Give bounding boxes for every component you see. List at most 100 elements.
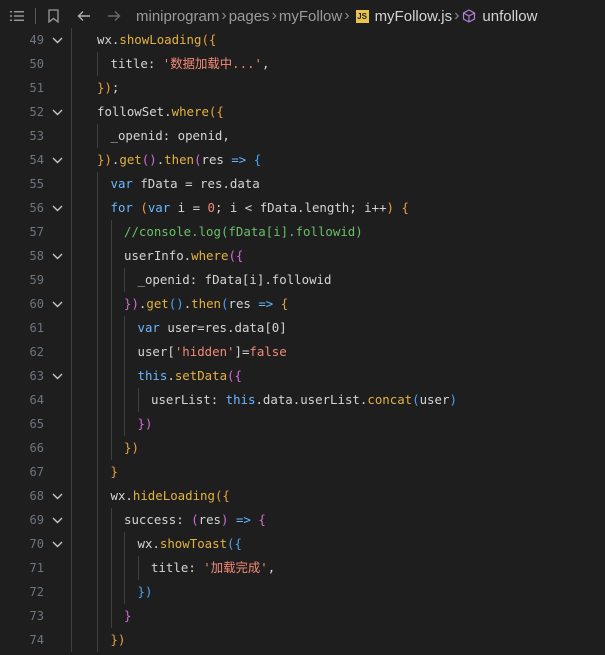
indent-guide <box>71 28 72 52</box>
line-number: 74 <box>29 633 44 647</box>
code-line[interactable]: 65}) <box>0 412 605 436</box>
code-line[interactable]: 57 //console.log(fData[i].followid) <box>0 220 605 244</box>
line-number: 57 <box>29 225 44 239</box>
code-text: }) <box>138 412 153 436</box>
code-token: ({ <box>208 104 224 119</box>
code-line[interactable]: 49 wx.showLoading({ <box>0 28 605 52</box>
breadcrumb-folder-miniprogram[interactable]: miniprogram <box>136 8 219 25</box>
fold-chevron-down-icon[interactable] <box>50 484 64 508</box>
code-line[interactable]: 53 _openid: openid, <box>0 124 605 148</box>
indent-guide <box>71 244 72 268</box>
code-token: var <box>110 176 141 191</box>
indent-guide <box>97 484 98 508</box>
code-line[interactable]: 63 this.setData({ <box>0 364 605 388</box>
fold-chevron-down-icon[interactable] <box>50 100 64 124</box>
line-number: 65 <box>29 417 44 431</box>
code-editor[interactable]: 49 wx.showLoading({50 title: '数据加载中...', 51… <box>0 28 605 655</box>
code-line[interactable]: 74}) <box>0 628 605 652</box>
fold-chevron-down-icon[interactable] <box>50 28 64 52</box>
code-token: wx. <box>97 32 120 47</box>
code-text: success: (res) => { <box>124 508 266 532</box>
code-line[interactable]: 72}) <box>0 580 605 604</box>
fold-chevron-down-icon[interactable] <box>50 532 64 556</box>
indent-guide <box>97 508 98 532</box>
code-line[interactable]: 52 followSet.where({ <box>0 100 605 124</box>
indent-guide <box>71 148 72 172</box>
list-icon[interactable] <box>8 10 26 22</box>
code-token: get <box>119 152 142 167</box>
line-number: 72 <box>29 585 44 599</box>
code-line[interactable]: 66}) <box>0 436 605 460</box>
line-number: 53 <box>29 129 44 143</box>
code-line[interactable]: 59 _openid: fData[i].followid <box>0 268 605 292</box>
code-line[interactable]: 70 wx.showToast({ <box>0 532 605 556</box>
code-line[interactable]: 56 for (var i = 0; i < fData.length; i++)… <box>0 196 605 220</box>
breadcrumb-folder-myfollow[interactable]: myFollow <box>279 8 342 25</box>
code-line[interactable]: 67} <box>0 460 605 484</box>
indent-guide <box>97 292 98 316</box>
code-line[interactable]: 50 title: '数据加载中...', <box>0 52 605 76</box>
code-text: userList: this.data.userList.concat(user… <box>151 388 457 412</box>
bookmark-icon[interactable] <box>45 9 61 23</box>
indent-guide <box>110 340 112 364</box>
code-text: } <box>124 604 131 628</box>
indent-guide <box>97 220 98 244</box>
fold-chevron-down-icon[interactable] <box>50 196 64 220</box>
line-number: 61 <box>29 321 44 335</box>
code-text: userInfo.where({ <box>124 244 243 268</box>
line-number: 59 <box>29 273 44 287</box>
indent-guide <box>110 436 112 460</box>
indent-guide <box>71 628 72 652</box>
indent-guide <box>97 532 98 556</box>
code-line[interactable]: 62 user['hidden']=false <box>0 340 605 364</box>
indent-guide <box>97 580 98 604</box>
code-text: var fData = res.data <box>111 172 260 196</box>
code-line[interactable]: 60}).get().then(res => { <box>0 292 605 316</box>
code-token: ) <box>449 392 457 407</box>
indent-guide <box>71 460 72 484</box>
code-line[interactable]: 71 title: '加载完成', <box>0 556 605 580</box>
fold-chevron-down-icon[interactable] <box>50 244 64 268</box>
code-token: user[ <box>137 344 175 359</box>
indent-guide <box>110 292 112 316</box>
code-token: then <box>191 296 222 311</box>
indent-guide <box>124 556 125 580</box>
code-token: }) <box>137 584 153 599</box>
code-line[interactable]: 54}).get().then(res => { <box>0 148 605 172</box>
code-line[interactable]: 68 wx.hideLoading({ <box>0 484 605 508</box>
code-line[interactable]: 61 var user=res.data[0] <box>0 316 605 340</box>
code-text: user['hidden']=false <box>138 340 287 364</box>
breadcrumb-symbol[interactable]: unfollow <box>482 8 537 25</box>
line-number: 71 <box>29 561 44 575</box>
indent-guide <box>97 436 98 460</box>
indent-guide <box>124 340 125 364</box>
indent-guide <box>110 556 112 580</box>
code-line[interactable]: 64 userList: this.data.userList.concat(us… <box>0 388 605 412</box>
indent-guide <box>97 268 98 292</box>
indent-guide <box>71 484 72 508</box>
code-token: concat <box>367 392 413 407</box>
arrow-right-icon[interactable] <box>106 10 122 22</box>
fold-chevron-down-icon[interactable] <box>50 148 64 172</box>
indent-guide <box>71 580 72 604</box>
fold-chevron-down-icon[interactable] <box>50 292 64 316</box>
indent-guide <box>97 556 98 580</box>
code-text: }).get().then(res => { <box>124 292 288 316</box>
indent-guide <box>71 172 72 196</box>
indent-guide <box>71 220 72 244</box>
code-line[interactable]: 69 success: (res) => { <box>0 508 605 532</box>
fold-chevron-down-icon[interactable] <box>50 508 64 532</box>
code-token: i = <box>177 200 208 215</box>
code-token: { <box>253 152 262 167</box>
code-line[interactable]: 51}); <box>0 76 605 100</box>
code-line[interactable]: 58 userInfo.where({ <box>0 244 605 268</box>
breadcrumb-folder-pages[interactable]: pages <box>229 8 270 25</box>
line-number: 56 <box>29 201 44 215</box>
code-line[interactable]: 55 var fData = res.data <box>0 172 605 196</box>
code-line[interactable]: 73} <box>0 604 605 628</box>
arrow-left-icon[interactable] <box>76 10 92 22</box>
indent-guide <box>124 388 125 412</box>
fold-chevron-down-icon[interactable] <box>50 364 64 388</box>
breadcrumb-file[interactable]: myFollow.js <box>375 8 453 25</box>
